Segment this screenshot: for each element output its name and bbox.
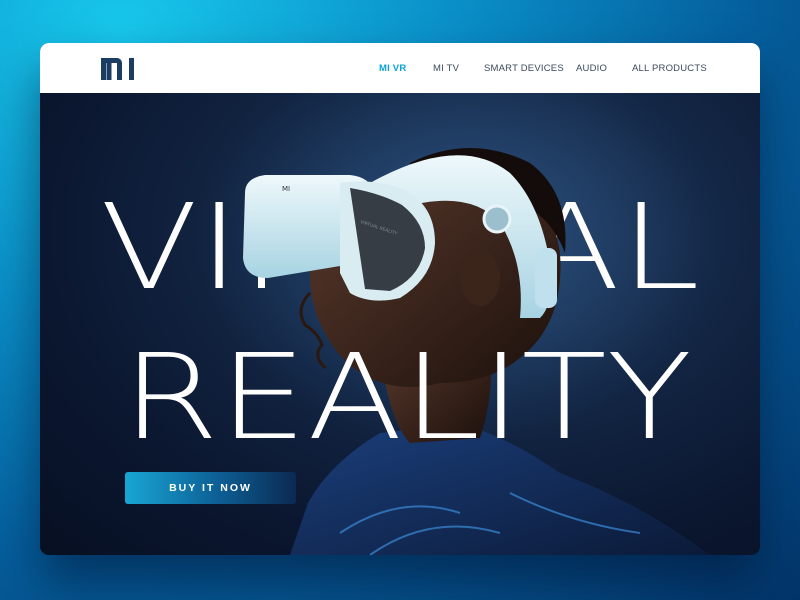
headset-brand-mark: MI [282,185,290,193]
headset-strap-clip [535,248,557,308]
buy-it-now-button[interactable]: BUY IT NOW [125,472,296,504]
nav-item-audio[interactable]: AUDIO [576,63,607,74]
browser-window: MI MI VR MI TV SMART DEVICES AUDIO ALL P… [40,43,760,555]
hero-section: VIRTUAL MI VIRTUAL REALITY [40,93,760,555]
nav-item-mi-tv[interactable]: MI TV [433,63,459,74]
nav-item-smart-devices[interactable]: SMART DEVICES [484,63,564,74]
headline-line-2: REALITY [122,328,692,466]
nav-item-mi-vr[interactable]: MI VR [379,63,406,74]
main-nav: MI VR MI TV SMART DEVICES AUDIO ALL PROD… [40,63,760,75]
nav-item-all-products[interactable]: ALL PRODUCTS [632,63,707,74]
top-navbar: MI MI VR MI TV SMART DEVICES AUDIO ALL P… [40,43,760,93]
headset-dial-icon [482,204,512,234]
